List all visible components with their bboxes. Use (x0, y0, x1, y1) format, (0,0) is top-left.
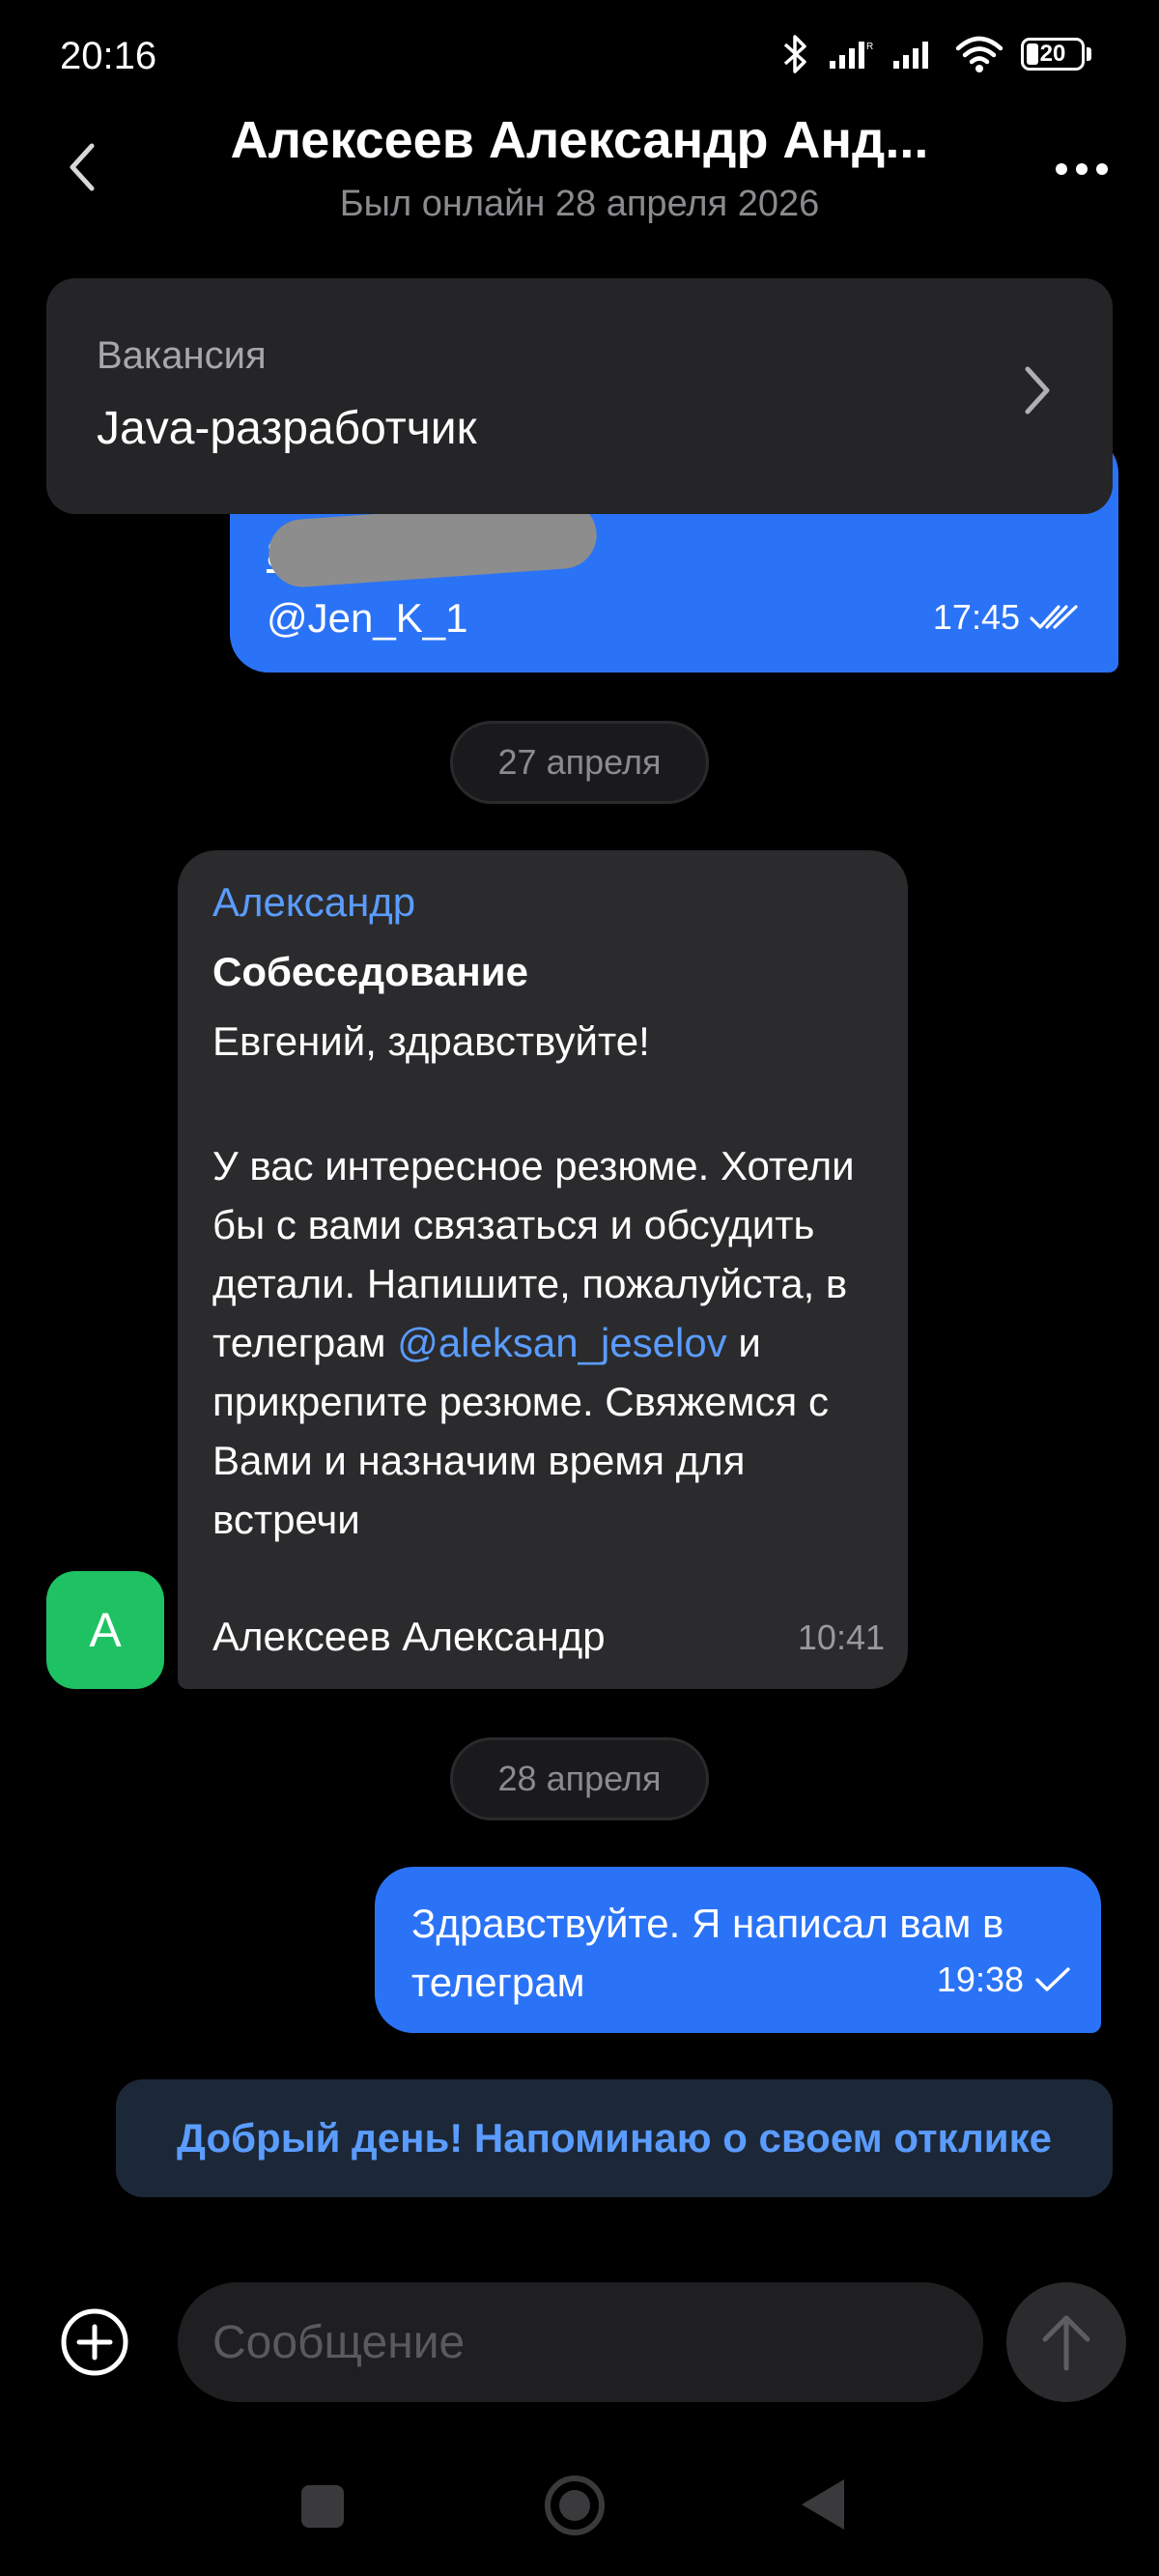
message-subject: Собеседование (212, 949, 528, 994)
more-dot-icon (1076, 163, 1088, 175)
svg-text:R: R (866, 42, 873, 52)
system-navigation-bar (0, 2445, 1159, 2576)
battery-icon: 20 (1021, 38, 1091, 71)
message-greeting: Евгений, здравствуйте! (212, 1018, 650, 1064)
back-button[interactable] (48, 133, 116, 201)
message-input[interactable] (178, 2282, 983, 2402)
status-bar: 20:16 R 20 (0, 0, 1159, 116)
vacancy-card[interactable]: Вакансия Java-разработчик (46, 278, 1113, 514)
wifi-icon (955, 36, 1004, 72)
chevron-left-icon (70, 143, 95, 191)
chat-title[interactable]: Алексеев Александр Анд... (145, 110, 1014, 170)
more-dot-icon (1056, 163, 1067, 175)
outgoing-message[interactable]: Здравствуйте. Я написал вам в телеграм 1… (375, 1867, 1101, 2033)
home-button[interactable] (545, 2476, 605, 2535)
signal-icon: R (830, 42, 873, 69)
message-time: 17:45 (932, 597, 1020, 637)
signal-icon-2 (893, 42, 928, 69)
chat-header: Алексеев Александр Анд... Был онлайн 28 … (0, 106, 1159, 242)
more-dot-icon (1096, 163, 1108, 175)
status-time: 20:16 (60, 35, 157, 77)
message-meta: 19:38 (937, 1960, 1072, 2000)
message-meta: 17:45 (933, 597, 1080, 638)
message-time: 10:41 (797, 1617, 885, 1657)
message-body: У вас интересное резюме. Хотели бы с вам… (212, 1136, 889, 1549)
check-icon (1035, 1967, 1070, 1991)
last-seen-status: Был онлайн 28 апреля 2026 (339, 184, 820, 224)
message-composer (0, 2271, 1159, 2416)
recent-apps-button[interactable] (301, 2485, 344, 2528)
send-button[interactable] (1006, 2282, 1126, 2402)
vacancy-title: Java-разработчик (97, 403, 477, 454)
quick-reply-suggestion[interactable]: Добрый день! Напоминаю о своем отклике (116, 2079, 1113, 2197)
more-options-button[interactable] (1043, 145, 1120, 193)
home-dot-icon (559, 2490, 590, 2521)
avatar[interactable]: А (46, 1571, 164, 1689)
vacancy-label: Вакансия (97, 334, 267, 377)
telegram-handle: @Jen_K_1 (267, 595, 468, 641)
sender-name[interactable]: Александр (212, 879, 415, 926)
bluetooth-icon (783, 35, 806, 73)
add-attachment-icon[interactable] (58, 2305, 131, 2379)
message-list[interactable]: 89 @Jen_K_1 17:45 27 апреля А Александр … (0, 242, 1159, 2242)
telegram-link[interactable]: @aleksan_jeselov (397, 1320, 727, 1365)
message-time: 19:38 (936, 1960, 1024, 1999)
message-signature: Алексеев Александр (212, 1614, 606, 1659)
double-check-icon (1030, 605, 1078, 629)
system-back-button[interactable] (802, 2479, 844, 2530)
chevron-right-icon (1025, 366, 1050, 415)
date-separator: 27 апреля (450, 721, 709, 804)
battery-level: 20 (1039, 41, 1066, 67)
status-icons: R 20 (781, 33, 1091, 75)
date-separator: 28 апреля (450, 1737, 709, 1820)
incoming-message[interactable]: Александр Собеседование Евгений, здравст… (178, 850, 908, 1689)
arrow-up-icon (1042, 2315, 1090, 2371)
